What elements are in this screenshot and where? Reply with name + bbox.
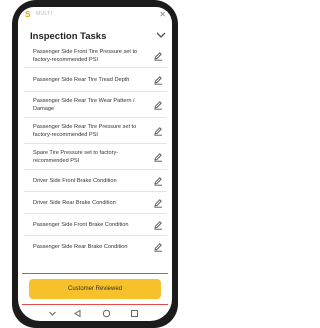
edit-pencil-icon[interactable] [153, 126, 163, 136]
task-label: Passenger Side Rear Tire Wear Pattern / … [33, 97, 135, 112]
action-panel: Customer Reviewed [22, 273, 168, 305]
task-row[interactable]: Driver Side Front Brake Condition [24, 170, 167, 192]
chevron-down-icon[interactable] [155, 30, 167, 40]
task-list: Passenger Side Front Tire Pressure set t… [24, 45, 167, 258]
edit-pencil-icon[interactable] [153, 242, 163, 252]
task-row[interactable]: Passenger Side Rear Tire Tread Depth [24, 68, 167, 92]
task-row[interactable]: Passenger Side Rear Tire Wear Pattern / … [24, 92, 167, 118]
task-label: Passenger Side Rear Tire Tread Depth [33, 76, 130, 83]
task-row[interactable]: Passenger Side Front Brake Condition [24, 214, 167, 236]
task-label: Driver Side Front Brake Condition [33, 177, 117, 184]
page-title: Inspection Tasks [30, 31, 107, 42]
edit-pencil-icon[interactable] [153, 51, 163, 61]
nav-back-icon[interactable] [73, 309, 82, 318]
task-row[interactable]: Spare Tire Pressure set to factory-recom… [24, 144, 167, 170]
phone-screen: S MULTI ✕ Inspection Tasks Passenger Sid… [18, 7, 172, 321]
task-row[interactable]: Passenger Side Rear Tire Pressure set to… [24, 118, 167, 144]
phone-frame: S MULTI ✕ Inspection Tasks Passenger Sid… [12, 0, 178, 328]
close-icon[interactable]: ✕ [159, 10, 166, 19]
status-bar: S MULTI ✕ [18, 7, 172, 23]
edit-pencil-icon[interactable] [153, 198, 163, 208]
edit-pencil-icon[interactable] [153, 220, 163, 230]
customer-reviewed-button[interactable]: Customer Reviewed [29, 279, 161, 299]
task-label: Passenger Side Front Brake Condition [33, 221, 129, 228]
task-row[interactable]: Passenger Side Front Tire Pressure set t… [24, 45, 167, 68]
status-app-label: MULTI [36, 11, 53, 17]
task-label: Passenger Side Rear Brake Condition [33, 244, 128, 250]
edit-pencil-icon[interactable] [153, 75, 163, 85]
edit-pencil-icon[interactable] [153, 152, 163, 162]
nav-recents-icon[interactable] [130, 309, 139, 318]
edit-pencil-icon[interactable] [153, 100, 163, 110]
task-row[interactable]: Passenger Side Rear Brake Condition [24, 236, 167, 258]
task-label: Driver Side Rear Brake Condition [33, 199, 116, 206]
s-logo-icon: S [25, 10, 31, 19]
nav-menu-icon[interactable] [48, 309, 57, 318]
task-label: Passenger Side Rear Tire Pressure set to… [33, 123, 137, 138]
task-row[interactable]: Driver Side Rear Brake Condition [24, 192, 167, 214]
system-nav-bar [18, 307, 172, 321]
task-label: Spare Tire Pressure set to factory-recom… [33, 149, 119, 164]
task-label: Passenger Side Front Tire Pressure set t… [33, 49, 138, 63]
edit-pencil-icon[interactable] [153, 176, 163, 186]
nav-home-icon[interactable] [102, 309, 111, 318]
